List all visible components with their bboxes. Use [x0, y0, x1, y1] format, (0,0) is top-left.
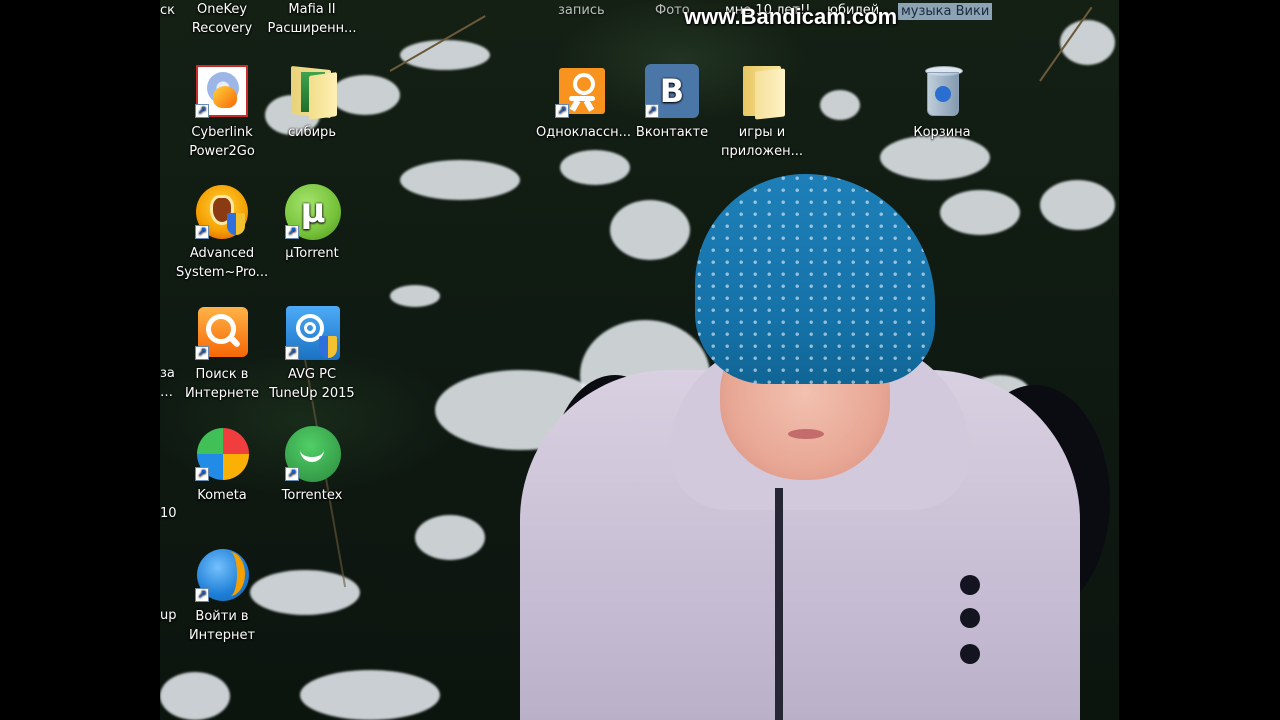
desktop-icon-odnoklassniki[interactable]: ↗ Одноклассн...: [536, 62, 631, 142]
desktop-icon-onekey[interactable]: OneKey Recovery: [176, 0, 268, 38]
desktop-icon-games-folder[interactable]: игры и приложен...: [716, 62, 808, 161]
desktop-icon-internet-search[interactable]: ↗ Поиск в Интернете: [176, 304, 268, 403]
desktop-icon-advanced-systemcare[interactable]: ↗ Advanced System~Pro...: [176, 183, 268, 282]
snow-patch: [300, 670, 440, 720]
icon-label: сибирь: [288, 125, 336, 140]
desktop-icon-torrentex[interactable]: ↗ Torrentex: [266, 425, 358, 505]
desktop-icon-vkontakte[interactable]: В ↗ Вконтакте: [626, 62, 718, 142]
snow-patch: [400, 160, 520, 200]
icon-label: Поиск в Интернете: [184, 367, 260, 401]
knit-hat: [695, 174, 935, 384]
jacket-button: [960, 644, 980, 664]
bandicam-watermark: www.Bandicam.com: [684, 4, 898, 29]
desktop-icon-music-vika[interactable]: музыка Вики: [898, 3, 993, 20]
icon-label: AVG PC TuneUp 2015: [269, 367, 355, 401]
folder-icon: [283, 62, 341, 120]
utorrent-icon: µ ↗: [283, 183, 341, 241]
snow-patch: [820, 90, 860, 120]
desktop-icon-mafia[interactable]: Mafia II Расширенн...: [266, 0, 358, 38]
snow-patch: [160, 672, 230, 720]
vkontakte-icon: В ↗: [643, 62, 701, 120]
shortcut-arrow-icon: ↗: [195, 104, 209, 118]
shortcut-arrow-icon: ↗: [195, 588, 209, 602]
desktop-icon-kometa[interactable]: ↗ Kometa: [176, 425, 268, 505]
cut-label: up: [160, 608, 177, 623]
desktop-icon-utorrent[interactable]: µ ↗ µTorrent: [266, 183, 358, 263]
icon-label: Advanced System~Pro...: [176, 246, 269, 280]
magnifier-icon: ↗: [193, 304, 251, 362]
cut-label: 10: [160, 506, 177, 521]
icon-label: Kometa: [197, 488, 247, 503]
icon-label: игры и приложен...: [720, 125, 804, 159]
jacket-button: [960, 608, 980, 628]
desktop-icon-avg-tuneup[interactable]: ↗ AVG PC TuneUp 2015: [266, 304, 358, 403]
lips: [788, 429, 824, 439]
icon-label: Войти в Интернет: [188, 609, 256, 643]
icon-label: Одноклассн...: [536, 125, 631, 140]
shortcut-arrow-icon: ↗: [195, 225, 209, 239]
avg-tuneup-icon: ↗: [283, 304, 341, 362]
icon-label: Cyberlink Power2Go: [189, 125, 255, 159]
snow-patch: [390, 285, 440, 307]
snow-patch: [1060, 20, 1115, 65]
desktop-icon-sibir[interactable]: сибирь: [266, 62, 358, 142]
cut-label: …: [160, 385, 173, 400]
cyberlink-icon: ↗: [193, 62, 251, 120]
desktop-icon-label-partial[interactable]: запись: [558, 3, 605, 18]
folder-icon: [733, 62, 791, 120]
shortcut-arrow-icon: ↗: [285, 225, 299, 239]
icon-label: µTorrent: [285, 246, 339, 261]
recycle-bin-icon: [913, 62, 971, 120]
shortcut-arrow-icon: ↗: [555, 104, 569, 118]
icon-label: Вконтакте: [635, 125, 709, 140]
torrentex-icon: ↗: [283, 425, 341, 483]
cut-label: за: [160, 366, 175, 381]
globe-icon: ↗: [193, 546, 251, 604]
desktop-icon-cyberlink[interactable]: ↗ Cyberlink Power2Go: [176, 62, 268, 161]
desktop-icon-internet-login[interactable]: ↗ Войти в Интернет: [176, 546, 268, 645]
icon-label: Mafia II Расширенн...: [267, 2, 357, 36]
shortcut-arrow-icon: ↗: [195, 467, 209, 481]
shortcut-arrow-icon: ↗: [285, 467, 299, 481]
odnoklassniki-icon: ↗: [553, 62, 611, 120]
desktop-icon-recycle-bin[interactable]: Корзина: [896, 62, 988, 142]
icon-label: Torrentex: [281, 488, 343, 503]
shortcut-arrow-icon: ↗: [285, 346, 299, 360]
jacket-button: [960, 575, 980, 595]
cut-label: ск: [160, 3, 175, 18]
icon-label: Корзина: [913, 125, 971, 140]
kometa-icon: ↗: [193, 425, 251, 483]
snow-patch: [415, 515, 485, 560]
icon-label: OneKey Recovery: [191, 2, 253, 36]
desktop-wallpaper: ск за … 10 up запись Фото мне 10 лет!! ю…: [160, 0, 1119, 720]
shortcut-arrow-icon: ↗: [645, 104, 659, 118]
advanced-systemcare-icon: ↗: [193, 183, 251, 241]
shortcut-arrow-icon: ↗: [195, 346, 209, 360]
girl-photo: [510, 150, 1110, 720]
jacket-zipper: [775, 488, 783, 720]
